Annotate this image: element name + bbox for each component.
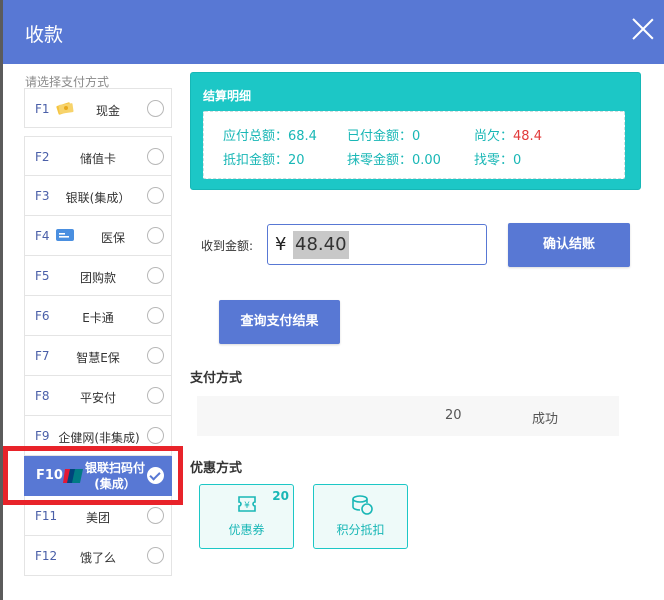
owed-amount: 尚欠：48.4 [474, 125, 542, 144]
close-icon[interactable] [631, 17, 655, 41]
hotkey: F5 [35, 269, 50, 283]
points-deduction-label: 积分抵扣 [336, 523, 385, 537]
svg-text:¥: ¥ [244, 501, 250, 511]
radio-button[interactable] [147, 507, 164, 524]
radio-button[interactable] [147, 347, 164, 364]
radio-button[interactable] [147, 307, 164, 324]
hotkey: F7 [35, 349, 50, 363]
payment-method-label: 团购款 [79, 271, 116, 285]
payment-method-label: 银联(集成） [65, 191, 131, 205]
coupon-button[interactable]: 20 ¥ 优惠券 [199, 484, 294, 549]
owed-label: 尚欠： [474, 129, 514, 144]
query-payment-result-button[interactable]: 查询支付结果 [219, 300, 340, 344]
radio-button[interactable] [147, 267, 164, 284]
payment-method-smart-insurance[interactable]: F7 智慧E保 [24, 336, 172, 376]
payment-method-stored-card[interactable]: F2 储值卡 [24, 136, 172, 176]
insurance-card-icon [56, 229, 74, 241]
change-amount: 找零：0 [474, 153, 522, 168]
payment-method-pingan-pay[interactable]: F8 平安付 [24, 376, 172, 416]
coupon-badge: 20 [272, 489, 289, 503]
rounding-amount: 抹零金额：0.00 [347, 153, 441, 168]
payment-method-group-buy[interactable]: F5 团购款 [24, 256, 172, 296]
unionpay-icon [63, 469, 83, 483]
check-icon[interactable] [147, 467, 164, 484]
radio-button[interactable] [147, 100, 164, 117]
received-amount-value[interactable]: 48.40 [293, 231, 349, 259]
payment-method-label: 银联扫码付(集成） [85, 461, 146, 491]
hotkey: F2 [35, 150, 50, 164]
settlement-summary: 结算明细 应付总额：68.4 已付金额：0 尚欠：48.4 抵扣金额：20 抹零… [190, 72, 641, 190]
payment-method-label: 企健网(非集成) [58, 431, 140, 445]
payment-method-qijianwang[interactable]: F9 企健网(非集成) [24, 416, 172, 456]
hotkey: F10 [36, 468, 63, 483]
hotkey: F4 [35, 229, 50, 243]
payment-section-title: 支付方式 [190, 371, 243, 386]
payment-method-label: 平安付 [79, 391, 116, 405]
confirm-checkout-button[interactable]: 确认结账 [508, 223, 630, 267]
payment-dialog: 收款 请选择支付方式 F1 现金 F2 储值卡 F3 银联(集成） F4 医保 … [3, 0, 664, 600]
paid-amount: 已付金额：0 [347, 129, 421, 144]
table-row: 20 成功 [197, 396, 619, 436]
payment-method-unionpay[interactable]: F3 银联(集成） [24, 176, 172, 216]
payment-method-cash[interactable]: F1 现金 [24, 88, 172, 128]
hotkey: F8 [35, 389, 50, 403]
payment-method-label: 饿了么 [79, 551, 116, 565]
summary-details: 应付总额：68.4 已付金额：0 尚欠：48.4 抵扣金额：20 抹零金额：0.… [203, 111, 625, 179]
radio-button[interactable] [147, 387, 164, 404]
hotkey: F1 [35, 102, 50, 116]
radio-button[interactable] [147, 427, 164, 444]
payment-method-medical-insurance[interactable]: F4 医保 [24, 216, 172, 256]
payment-row-status: 成功 [532, 412, 559, 427]
radio-button[interactable] [147, 187, 164, 204]
radio-button[interactable] [147, 547, 164, 564]
points-deduction-button[interactable]: 积分抵扣 [313, 484, 408, 549]
payment-method-label: 现金 [95, 104, 120, 118]
dialog-title: 收款 [25, 24, 64, 46]
payment-method-label: 医保 [100, 231, 125, 245]
received-amount-input[interactable]: ¥ 48.40 [267, 224, 487, 265]
payment-method-meituan[interactable]: F11 美团 [24, 496, 172, 536]
received-amount-label: 收到金额: [201, 239, 254, 253]
coupon-icon: ¥ [238, 496, 256, 512]
payment-method-label: 智慧E保 [76, 351, 120, 365]
hotkey: F12 [35, 549, 58, 563]
payment-method-unionpay-scan[interactable]: F10 银联扫码付(集成） [24, 456, 172, 496]
payment-method-label: E卡通 [82, 311, 114, 325]
total-due: 应付总额：68.4 [223, 129, 317, 144]
payment-method-eleme[interactable]: F12 饿了么 [24, 536, 172, 576]
payment-method-label: 美团 [85, 511, 110, 525]
radio-button[interactable] [147, 227, 164, 244]
coupon-label: 优惠券 [228, 523, 265, 537]
payment-method-label: 储值卡 [79, 152, 116, 166]
radio-button[interactable] [147, 148, 164, 165]
summary-title: 结算明细 [203, 89, 252, 103]
deduction-amount: 抵扣金额：20 [223, 153, 305, 168]
payment-method-ecard[interactable]: F6 E卡通 [24, 296, 172, 336]
owed-value: 48.4 [513, 129, 542, 144]
hotkey: F11 [35, 509, 58, 523]
cash-icon [56, 102, 74, 115]
hotkey: F9 [35, 429, 50, 443]
dialog-titlebar: 收款 [3, 0, 664, 64]
currency-symbol: ¥ [275, 234, 287, 255]
hotkey: F6 [35, 309, 50, 323]
points-coins-icon [352, 495, 373, 515]
promo-section-title: 优惠方式 [190, 461, 243, 476]
payment-method-list: F1 现金 F2 储值卡 F3 银联(集成） F4 医保 F5 团购款 F6 E… [24, 88, 172, 576]
hotkey: F3 [35, 189, 50, 203]
payment-row-amount: 20 [445, 408, 462, 423]
